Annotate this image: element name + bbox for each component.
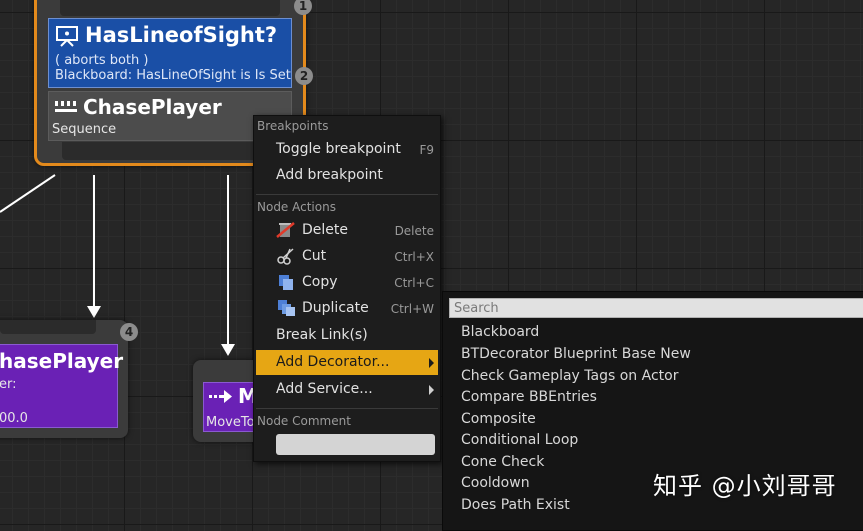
decorator-option[interactable]: Conditional Loop	[461, 432, 578, 448]
node-comment-input[interactable]	[276, 434, 435, 455]
menu-label: Add Service...	[276, 381, 373, 397]
menu-label: Copy	[302, 274, 338, 290]
menu-shortcut: Ctrl+C	[394, 276, 434, 290]
menu-item-toggle-breakpoint[interactable]: Toggle breakpoint F9	[256, 137, 438, 162]
move-arrow-icon	[209, 390, 232, 403]
watermark-text: 知乎 @小刘哥哥	[653, 472, 837, 500]
copy-icon	[279, 275, 293, 290]
menu-shortcut: Delete	[394, 224, 434, 238]
decorator-title: HasLineofSight?	[85, 23, 278, 47]
node-output-pin[interactable]	[62, 142, 278, 160]
scissors-icon	[277, 248, 294, 265]
decorator-option[interactable]: Blackboard	[461, 324, 539, 340]
task-param-value: 00.0	[0, 411, 28, 426]
menu-label: Break Link(s)	[276, 327, 368, 343]
menu-divider	[256, 194, 438, 195]
sequence-icon	[55, 101, 77, 112]
menu-label: Delete	[302, 222, 348, 238]
menu-divider	[256, 408, 438, 409]
menu-shortcut: Ctrl+W	[390, 302, 434, 316]
menu-item-cut[interactable]: Cut Ctrl+X	[256, 244, 438, 269]
menu-item-copy[interactable]: Copy Ctrl+C	[256, 270, 438, 295]
submenu-arrow-icon	[429, 358, 434, 368]
node-context-menu: Breakpoints Toggle breakpoint F9 Add bre…	[253, 115, 441, 462]
task-title: hasePlayer	[0, 349, 124, 373]
menu-label: Add breakpoint	[276, 167, 383, 183]
section-node-actions: Node Actions	[257, 200, 336, 214]
monitor-eye-icon	[56, 26, 78, 47]
menu-shortcut: Ctrl+X	[394, 250, 434, 264]
task-order-badge: 4	[120, 323, 138, 341]
submenu-arrow-icon	[429, 385, 434, 395]
decorator-order-badge: 2	[295, 67, 313, 85]
menu-label: Cut	[302, 248, 327, 264]
composite-type: Sequence	[52, 122, 117, 137]
section-breakpoints: Breakpoints	[257, 119, 329, 133]
decorator-option[interactable]: Check Gameplay Tags on Actor	[461, 368, 678, 384]
menu-item-add-service[interactable]: Add Service...	[256, 377, 438, 402]
node-input-pin[interactable]	[60, 0, 280, 16]
task-block[interactable]: hasePlayer er: 00.0	[0, 344, 123, 428]
task-param-label: er:	[0, 377, 17, 392]
composite-title: ChasePlayer	[83, 95, 222, 119]
chaseplayer-task-node[interactable]: hasePlayer er: 00.0	[0, 320, 128, 438]
menu-item-add-decorator[interactable]: Add Decorator...	[256, 350, 438, 375]
menu-item-duplicate[interactable]: Duplicate Ctrl+W	[256, 296, 438, 321]
duplicate-icon	[278, 300, 295, 316]
wire-left	[0, 174, 56, 213]
moveto-subtitle: MoveTo	[206, 415, 255, 430]
decorator-option[interactable]: Composite	[461, 411, 536, 427]
wire-right-arrowhead	[221, 344, 235, 356]
decorator-aborts: ( aborts both )	[55, 53, 149, 68]
menu-label: Add Decorator...	[276, 354, 390, 370]
menu-item-delete[interactable]: Delete Delete	[256, 218, 438, 243]
decorator-option[interactable]: Compare BBEntries	[461, 389, 597, 405]
menu-item-break-links[interactable]: Break Link(s)	[256, 323, 438, 348]
wire-center-arrowhead	[87, 306, 101, 318]
decorator-search-input[interactable]	[449, 298, 863, 318]
menu-label: Duplicate	[302, 300, 369, 316]
menu-item-add-breakpoint[interactable]: Add breakpoint	[256, 163, 438, 188]
decorator-option[interactable]: Cone Check	[461, 454, 544, 470]
decorator-option[interactable]: Does Path Exist	[461, 497, 570, 513]
section-node-comment: Node Comment	[257, 414, 351, 428]
task-input-pin[interactable]	[0, 320, 96, 334]
delete-icon	[276, 222, 295, 238]
decorator-hasline-of-sight[interactable]: HasLineofSight? ( aborts both ) Blackboa…	[48, 18, 292, 88]
decorator-option[interactable]: Cooldown	[461, 475, 530, 491]
decorator-blackboard-condition: Blackboard: HasLineOfSight is Is Set	[55, 68, 291, 83]
menu-shortcut: F9	[419, 143, 434, 157]
menu-label: Toggle breakpoint	[276, 141, 401, 157]
decorator-option[interactable]: BTDecorator Blueprint Base New	[461, 346, 691, 362]
